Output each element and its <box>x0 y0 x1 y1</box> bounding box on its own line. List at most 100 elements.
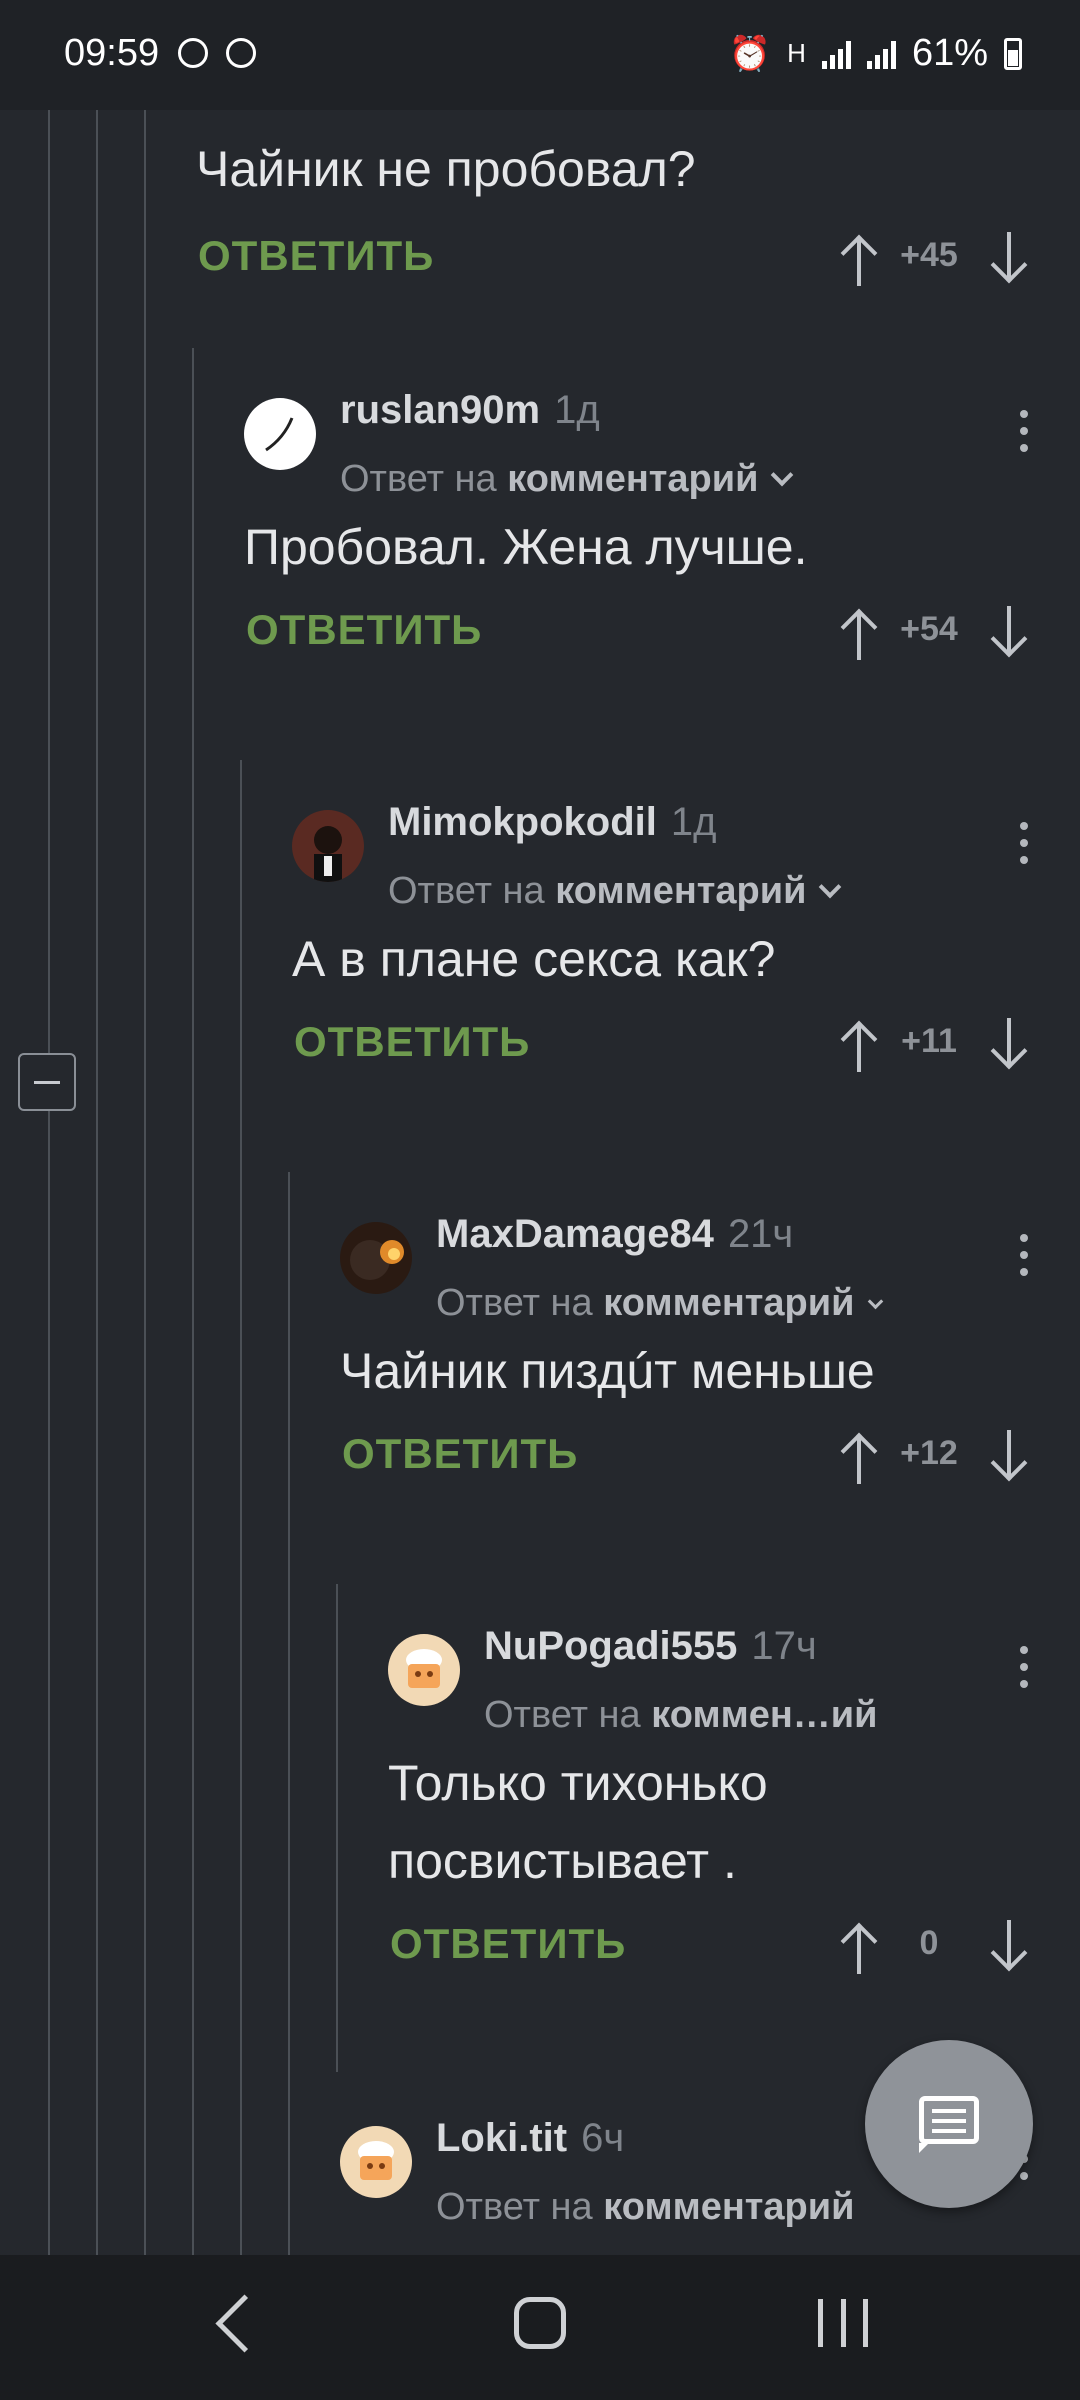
reply-button[interactable]: ОТВЕТИТЬ <box>246 606 482 654</box>
comment-author[interactable]: MaxDamage84 21ч <box>436 1212 793 1257</box>
comments-screen: 09:59 ⏰ H 61% Чайник не пробовал? ОТВЕТИ… <box>0 0 1080 2400</box>
reply-button[interactable]: ОТВЕТИТЬ <box>294 1018 530 1066</box>
avatar-image <box>406 1649 442 1688</box>
downvote-icon[interactable] <box>974 1424 1044 1490</box>
avatar-image <box>265 417 294 452</box>
author-name[interactable]: Mimokpokodil <box>388 800 657 844</box>
write-comment-button[interactable] <box>865 2040 1033 2208</box>
comment-text: Чайник не пробовал? <box>196 141 696 197</box>
reply-to-prefix: Ответ на <box>388 870 545 912</box>
chevron-down-icon[interactable] <box>771 463 794 487</box>
recents-icon[interactable] <box>818 2299 868 2347</box>
comment-score: +12 <box>900 1434 958 1472</box>
comment-actions: ОТВЕТИТЬ +45 <box>196 226 1044 306</box>
chevron-down-icon[interactable] <box>819 875 842 899</box>
chevron-down-icon[interactable] <box>868 1293 884 1310</box>
comment-header: NuPogadi555 17ч Ответ на коммен…ий <box>388 1606 1080 1756</box>
comment-score: +11 <box>901 1022 957 1060</box>
signal-icon <box>821 39 851 69</box>
do-not-disturb-icon <box>226 38 256 68</box>
comment: NuPogadi555 17ч Ответ на коммен…ий Только… <box>388 1606 1080 1994</box>
battery-icon <box>1004 37 1022 70</box>
comment-score: 0 <box>919 1924 939 1962</box>
signal-2-icon <box>866 39 896 69</box>
comment-author[interactable]: Mimokpokodil 1д <box>388 800 716 845</box>
upvote-icon[interactable] <box>834 600 884 666</box>
comment-header: MaxDamage84 21ч Ответ на комментарий <box>340 1194 1080 1344</box>
back-icon[interactable] <box>215 2294 274 2353</box>
author-name[interactable]: ruslan90m <box>340 388 540 432</box>
thread-line <box>144 110 146 2255</box>
more-options-icon[interactable] <box>1020 410 1028 461</box>
thread-line <box>288 1172 290 2255</box>
status-right: ⏰ H 61% <box>729 32 1022 75</box>
more-options-icon[interactable] <box>1020 1234 1028 1285</box>
avatar-image <box>350 1240 404 1280</box>
avatar-image <box>358 2141 394 2180</box>
reply-to-link[interactable]: Ответ на комментарий <box>436 2186 854 2229</box>
comment-score: +45 <box>900 236 958 274</box>
comment-time: 21ч <box>727 1212 794 1256</box>
avatar[interactable] <box>292 810 364 882</box>
comment-time: 6ч <box>581 2116 625 2160</box>
reply-to-link[interactable]: Ответ на комментарий <box>388 870 842 913</box>
upvote-icon[interactable] <box>834 226 884 292</box>
comment-text: Только тихонько посвистывает . <box>388 1755 768 1889</box>
downvote-icon[interactable] <box>974 600 1044 666</box>
reply-to-prefix: Ответ на <box>484 1694 641 1736</box>
navigation-bar <box>0 2255 1080 2400</box>
avatar-image <box>314 826 342 882</box>
comment-author[interactable]: NuPogadi555 17ч <box>484 1624 817 1669</box>
downvote-icon[interactable] <box>974 1012 1044 1078</box>
thread-line <box>96 110 98 2255</box>
reply-button[interactable]: ОТВЕТИТЬ <box>342 1430 578 1478</box>
avatar[interactable] <box>244 398 316 470</box>
reply-to-link[interactable]: Ответ на комментарий <box>340 458 794 501</box>
comment-header: ruslan90m 1д Ответ на комментарий <box>244 370 1080 520</box>
avatar[interactable] <box>340 1222 412 1294</box>
reply-to-target[interactable]: комментарий <box>603 2186 854 2228</box>
whatsapp-icon <box>178 38 208 68</box>
comment: Чайник не пробовал? ОТВЕТИТЬ +45 <box>196 130 1080 306</box>
author-name[interactable]: Loki.tit <box>436 2116 567 2160</box>
comment-actions: ОТВЕТИТЬ 0 <box>388 1914 1044 1994</box>
home-icon[interactable] <box>514 2297 566 2349</box>
downvote-icon[interactable] <box>974 226 1044 292</box>
avatar[interactable] <box>340 2126 412 2198</box>
reply-to-target[interactable]: комментарий <box>555 870 806 912</box>
comment-actions: ОТВЕТИТЬ +11 <box>292 1012 1044 1092</box>
avatar[interactable] <box>388 1634 460 1706</box>
more-options-icon[interactable] <box>1020 1646 1028 1697</box>
reply-to-prefix: Ответ на <box>436 1282 593 1324</box>
downvote-icon[interactable] <box>974 1914 1044 1980</box>
author-name[interactable]: MaxDamage84 <box>436 1212 714 1256</box>
reply-to-prefix: Ответ на <box>340 458 497 500</box>
upvote-icon[interactable] <box>834 1424 884 1490</box>
reply-to-link[interactable]: Ответ на коммен…ий <box>484 1694 878 1737</box>
comment-author[interactable]: ruslan90m 1д <box>340 388 600 433</box>
comment: Mimokpokodil 1д Ответ на комментарий А в … <box>292 782 1080 1092</box>
status-bar: 09:59 ⏰ H 61% <box>0 0 1080 110</box>
reply-button[interactable]: ОТВЕТИТЬ <box>198 232 434 280</box>
reply-to-target[interactable]: комментарий <box>603 1282 854 1324</box>
reply-to-target[interactable]: комментарий <box>507 458 758 500</box>
comment-time: 1д <box>670 800 717 844</box>
reply-to-target[interactable]: коммен…ий <box>651 1694 877 1736</box>
upvote-icon[interactable] <box>834 1012 884 1078</box>
thread-line <box>48 110 50 2255</box>
thread-line <box>336 1584 338 2072</box>
reply-button[interactable]: ОТВЕТИТЬ <box>390 1920 626 1968</box>
comment: MaxDamage84 21ч Ответ на комментарий Чайн… <box>340 1194 1080 1504</box>
comment-icon <box>919 2096 979 2153</box>
status-time: 09:59 <box>64 32 160 74</box>
thread-line <box>192 348 194 2255</box>
comment-time: 17ч <box>751 1624 817 1668</box>
comment-header: Mimokpokodil 1д Ответ на комментарий <box>292 782 1080 932</box>
author-name[interactable]: NuPogadi555 <box>484 1624 737 1668</box>
comment-actions: ОТВЕТИТЬ +54 <box>244 600 1044 680</box>
collapse-thread-button[interactable] <box>18 1053 76 1111</box>
reply-to-link[interactable]: Ответ на комментарий <box>436 1282 884 1325</box>
comment-author[interactable]: Loki.tit 6ч <box>436 2116 624 2161</box>
upvote-icon[interactable] <box>834 1914 884 1980</box>
more-options-icon[interactable] <box>1020 822 1028 873</box>
